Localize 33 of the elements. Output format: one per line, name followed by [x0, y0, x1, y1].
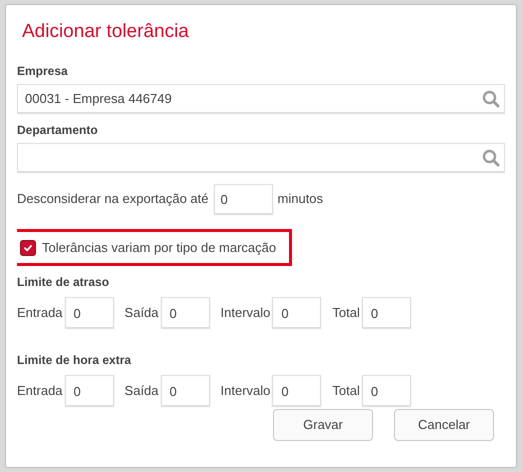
- input-field[interactable]: [17, 143, 505, 172]
- number-field[interactable]: 0: [362, 375, 411, 406]
- input-field[interactable]: 00031 - Empresa 446749: [17, 84, 505, 113]
- unit-label: minutos: [278, 190, 324, 208]
- field-label: Empresa: [17, 65, 68, 78]
- section-heading: Limite de atraso: [17, 275, 110, 289]
- section-heading: Limite de hora extra: [17, 353, 132, 367]
- input-label: Intervalo: [220, 304, 270, 322]
- search-icon: [482, 149, 500, 167]
- checkbox-label: Tolerâncias variam por tipo de marcação: [42, 238, 276, 257]
- number-field[interactable]: 0: [64, 297, 114, 328]
- input-label: Total: [332, 304, 360, 322]
- dialog-title: Adicionar tolerância: [22, 20, 190, 44]
- input-label: Entrada: [17, 382, 63, 400]
- input-label: Intervalo: [220, 382, 270, 400]
- input-label: Saída: [124, 304, 159, 322]
- number-field[interactable]: 0: [272, 297, 322, 328]
- minutes-field[interactable]: 0: [214, 184, 273, 214]
- dialog-button[interactable]: Cancelar: [394, 409, 494, 441]
- check-icon: [23, 242, 33, 252]
- input-label: Entrada: [17, 304, 63, 322]
- number-field[interactable]: 0: [160, 375, 210, 406]
- number-field[interactable]: 0: [160, 297, 210, 328]
- number-field[interactable]: 0: [272, 375, 322, 406]
- dialog-button[interactable]: Gravar: [273, 409, 373, 441]
- field-label: Departamento: [17, 124, 98, 137]
- export-label: Desconsiderar na exportação até: [17, 190, 209, 208]
- input-label: Total: [332, 382, 360, 400]
- number-field[interactable]: 0: [64, 375, 114, 406]
- number-field[interactable]: 0: [362, 297, 411, 328]
- input-label: Saída: [124, 382, 159, 400]
- search-icon: [482, 90, 500, 108]
- checkbox[interactable]: [20, 240, 36, 256]
